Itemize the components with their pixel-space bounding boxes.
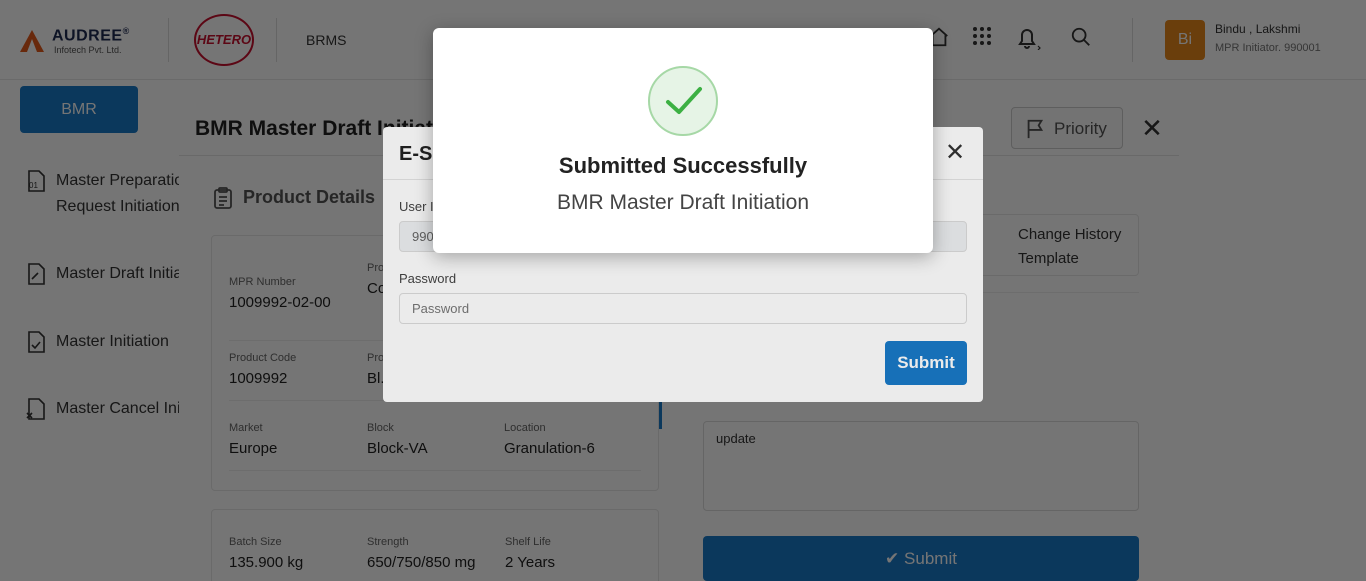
success-subtitle: BMR Master Draft Initiation (556, 191, 810, 214)
check-success-icon (648, 66, 718, 136)
success-title: Submitted Successfully (558, 153, 808, 178)
success-dialog: Submitted Successfully BMR Master Draft … (433, 28, 933, 253)
